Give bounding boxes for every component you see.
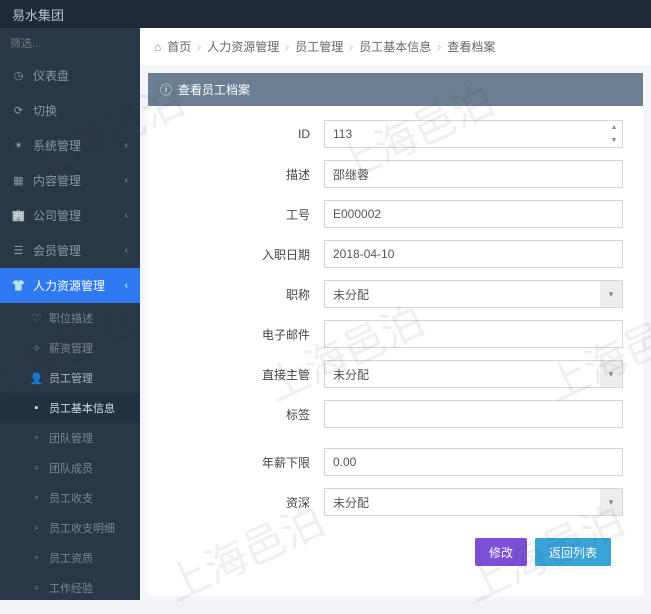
input-desc[interactable] — [324, 160, 623, 188]
crumb-item[interactable]: 员工基本信息 — [359, 38, 431, 55]
subnav-jobdesc[interactable]: ♡职位描述 — [0, 303, 140, 333]
input-id[interactable] — [324, 120, 623, 148]
panel: ⓘ 查看员工档案 ID ▲ ▼ — [148, 73, 643, 596]
subnav-team-members[interactable]: ▫团队成员 — [0, 453, 140, 483]
dot-icon: ▫ — [30, 492, 43, 505]
nav-hr[interactable]: 👕 人力资源管理 ‹ — [0, 268, 140, 303]
dot-icon: ▫ — [30, 432, 43, 445]
label-seniority: 资深 — [148, 494, 324, 511]
chevron-left-icon: ‹ — [125, 280, 128, 291]
separator-icon: › — [285, 40, 289, 54]
topbar: 易水集团 — [0, 0, 651, 28]
label-tag: 标签 — [148, 406, 324, 423]
dot-icon: ▫ — [30, 582, 43, 595]
sparkle-icon: ✧ — [30, 342, 43, 355]
chevron-left-icon: ‹ — [125, 140, 128, 151]
crumb-item[interactable]: 员工管理 — [295, 38, 343, 55]
nav-label: 切换 — [33, 102, 57, 119]
nav-content[interactable]: ▦ 内容管理 ‹ — [0, 163, 140, 198]
label-manager: 直接主管 — [148, 366, 324, 383]
nav-label: 仪表盘 — [33, 67, 69, 84]
label-hiredate: 入职日期 — [148, 246, 324, 263]
subnav-work-exp[interactable]: ▫工作经验 — [0, 573, 140, 600]
stepper-up-icon[interactable]: ▲ — [606, 121, 622, 134]
subnav-team-mgmt[interactable]: ▫团队管理 — [0, 423, 140, 453]
label-empno: 工号 — [148, 206, 324, 223]
back-button[interactable]: 返回列表 — [535, 538, 611, 566]
subnav-emp-payroll[interactable]: ▫员工收支 — [0, 483, 140, 513]
label-title: 职称 — [148, 286, 324, 303]
input-email[interactable] — [324, 320, 623, 348]
shirt-icon: 👕 — [12, 279, 25, 292]
label-email: 电子邮件 — [148, 326, 324, 343]
subnav-salary[interactable]: ✧薪资管理 — [0, 333, 140, 363]
dot-icon: ▪ — [30, 402, 43, 415]
nav-switch[interactable]: ⟳ 切换 — [0, 93, 140, 128]
dot-icon: ▫ — [30, 552, 43, 565]
subnav-emp-payroll-detail[interactable]: ▫员工收支明细 — [0, 513, 140, 543]
crumb-item: 查看档案 — [447, 38, 495, 55]
edit-button[interactable]: 修改 — [475, 538, 527, 566]
input-tag[interactable] — [324, 400, 623, 428]
sidebar: ◷ 仪表盘 ⟳ 切换 ✶ 系统管理 ‹ ▦ 内容管理 ‹ 🏢 公司管理 ‹ ☰ … — [0, 28, 140, 600]
input-salarymin[interactable] — [324, 448, 623, 476]
select-seniority[interactable] — [324, 488, 623, 516]
nav-dashboard[interactable]: ◷ 仪表盘 — [0, 58, 140, 93]
input-empno[interactable] — [324, 200, 623, 228]
gauge-icon: ◷ — [12, 69, 25, 82]
separator-icon: › — [197, 40, 201, 54]
nav-label: 人力资源管理 — [33, 277, 105, 294]
select-manager[interactable] — [324, 360, 623, 388]
heart-icon: ♡ — [30, 312, 43, 325]
panel-title: 查看员工档案 — [178, 81, 250, 98]
nav-label: 会员管理 — [33, 242, 81, 259]
refresh-icon: ⟳ — [12, 104, 25, 117]
subnav-employee[interactable]: 👤员工管理 — [0, 363, 140, 393]
info-icon: ⓘ — [160, 81, 172, 98]
search-input[interactable] — [10, 38, 130, 50]
brand-name: 易水集团 — [12, 5, 64, 24]
label-salarymin: 年薪下限 — [148, 454, 324, 471]
nav-system[interactable]: ✶ 系统管理 ‹ — [0, 128, 140, 163]
select-title[interactable] — [324, 280, 623, 308]
nav-company[interactable]: 🏢 公司管理 ‹ — [0, 198, 140, 233]
crumb-home[interactable]: 首页 — [167, 38, 191, 55]
nav-label: 系统管理 — [33, 137, 81, 154]
separator-icon: › — [437, 40, 441, 54]
crumb-item[interactable]: 人力资源管理 — [207, 38, 279, 55]
menu-icon: ☰ — [12, 244, 25, 257]
input-hiredate[interactable] — [324, 240, 623, 268]
chevron-left-icon: ‹ — [125, 210, 128, 221]
main-area: ⌂ 首页 › 人力资源管理 › 员工管理 › 员工基本信息 › 查看档案 ⓘ 查… — [140, 28, 651, 600]
chevron-left-icon: ‹ — [125, 245, 128, 256]
home-icon: ⌂ — [154, 40, 161, 54]
nav-label: 公司管理 — [33, 207, 81, 224]
grid-icon: ▦ — [12, 174, 25, 187]
label-id: ID — [148, 127, 324, 141]
building-icon: 🏢 — [12, 209, 25, 222]
dot-icon: ▫ — [30, 522, 43, 535]
dot-icon: ▫ — [30, 462, 43, 475]
label-desc: 描述 — [148, 166, 324, 183]
sidebar-search[interactable] — [0, 28, 140, 58]
subnav-emp-qualification[interactable]: ▫员工资质 — [0, 543, 140, 573]
stepper-down-icon[interactable]: ▼ — [606, 134, 622, 147]
subnav-employee-basic[interactable]: ▪员工基本信息 — [0, 393, 140, 423]
breadcrumb: ⌂ 首页 › 人力资源管理 › 员工管理 › 员工基本信息 › 查看档案 — [140, 28, 651, 65]
separator-icon: › — [349, 40, 353, 54]
nav-member[interactable]: ☰ 会员管理 ‹ — [0, 233, 140, 268]
user-icon: 👤 — [30, 372, 43, 385]
nav-label: 内容管理 — [33, 172, 81, 189]
gear-icon: ✶ — [12, 139, 25, 152]
chevron-left-icon: ‹ — [125, 175, 128, 186]
panel-header: ⓘ 查看员工档案 — [148, 73, 643, 106]
